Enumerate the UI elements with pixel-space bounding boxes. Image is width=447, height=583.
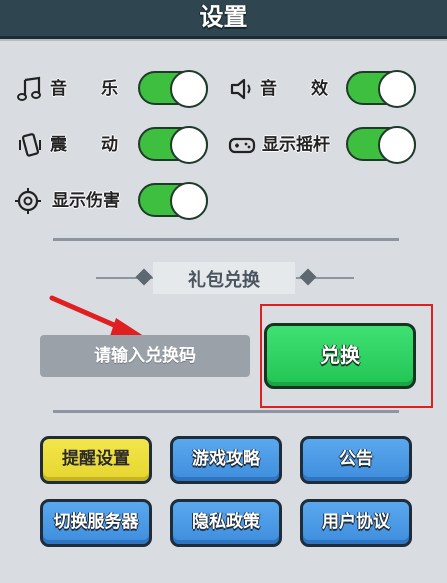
- announcement-button[interactable]: 公告: [300, 436, 412, 484]
- vibration-toggle[interactable]: [138, 126, 208, 164]
- target-icon: [15, 188, 41, 214]
- sound-effects-toggle-knob: [378, 70, 416, 108]
- setting-sound-effects: 音 效: [228, 69, 420, 109]
- setting-vibration: 震 动: [16, 125, 210, 165]
- page-title: 设置: [199, 3, 248, 31]
- user-agreement-button[interactable]: 用户协议: [300, 499, 412, 547]
- gift-section-header: 礼包兑换: [0, 262, 447, 294]
- setting-sound-effects-label: 音 效: [260, 79, 328, 99]
- diamond-right-icon: [299, 268, 317, 286]
- setting-show-joystick-label: 显示摇杆: [262, 135, 330, 155]
- show-joystick-toggle[interactable]: [346, 126, 416, 164]
- setting-show-joystick: 显示摇杆: [228, 125, 420, 165]
- show-damage-toggle[interactable]: [138, 182, 208, 220]
- divider-bottom: [53, 410, 399, 413]
- sound-effects-toggle[interactable]: [346, 70, 416, 108]
- setting-show-damage-label: 显示伤害: [52, 191, 120, 211]
- show-damage-toggle-knob: [170, 182, 208, 220]
- setting-show-damage: 显示伤害: [14, 181, 210, 221]
- reminder-settings-button[interactable]: 提醒设置: [40, 436, 152, 484]
- gift-code-input[interactable]: 请输入兑换码: [40, 335, 250, 377]
- privacy-policy-button[interactable]: 隐私政策: [170, 499, 282, 547]
- gift-title: 礼包兑换: [188, 270, 260, 291]
- setting-vibration-label: 震 动: [50, 135, 118, 155]
- gamepad-icon: [228, 137, 256, 154]
- setting-music: 音 乐: [16, 69, 210, 109]
- divider-top: [53, 238, 399, 241]
- game-guide-button[interactable]: 游戏攻略: [170, 436, 282, 484]
- vibration-icon: [19, 133, 41, 157]
- music-toggle[interactable]: [138, 70, 208, 108]
- switch-server-button[interactable]: 切换服务器: [40, 499, 152, 547]
- music-toggle-knob: [170, 70, 208, 108]
- music-note-icon: [17, 76, 41, 101]
- speaker-icon: [230, 78, 251, 100]
- vibration-toggle-knob: [170, 126, 208, 164]
- diamond-left-icon: [135, 268, 153, 286]
- setting-music-label: 音 乐: [50, 79, 118, 99]
- gift-title-box: 礼包兑换: [153, 262, 295, 294]
- show-joystick-toggle-knob: [378, 126, 416, 164]
- redeem-button[interactable]: 兑换: [264, 323, 416, 389]
- settings-header: 设置: [0, 0, 447, 39]
